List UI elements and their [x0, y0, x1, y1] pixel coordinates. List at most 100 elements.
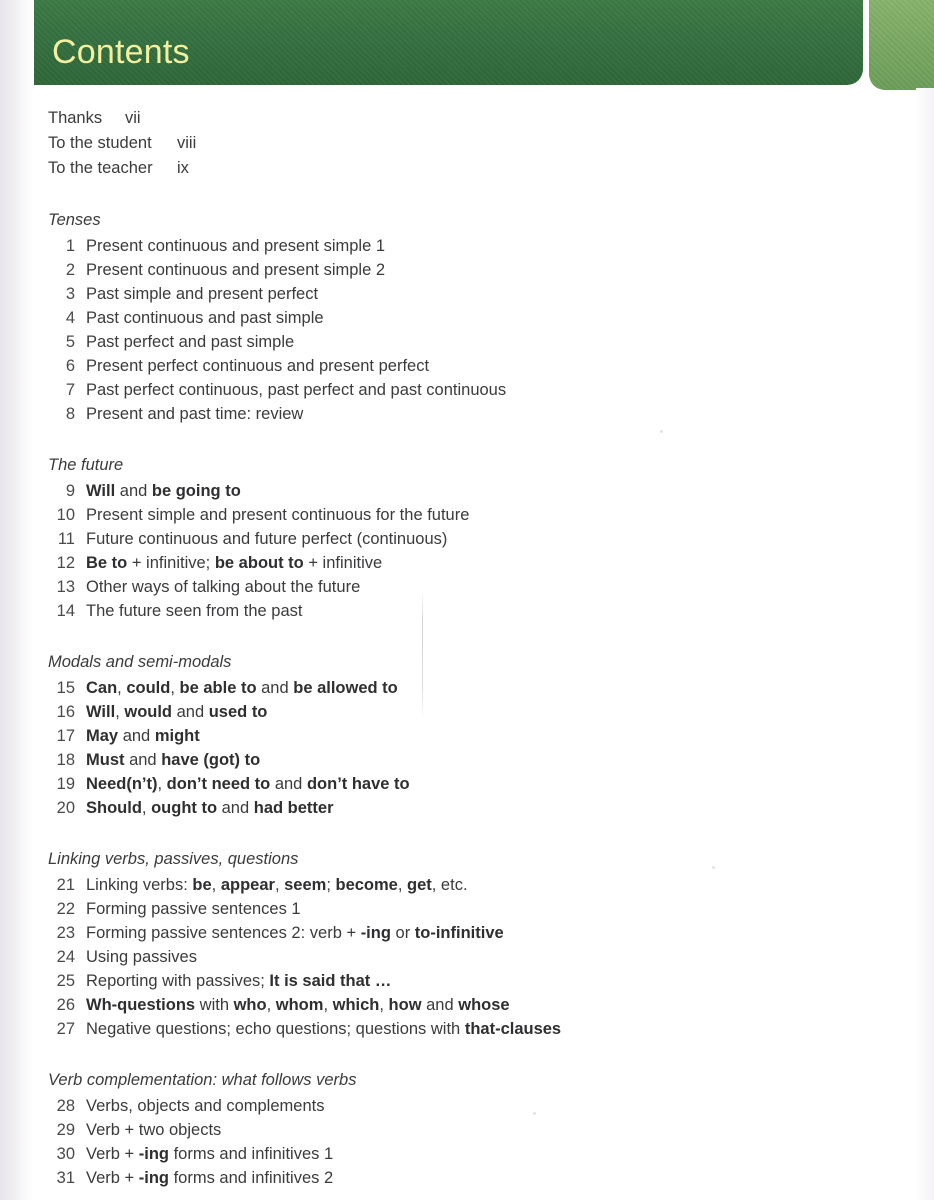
contents-entry[interactable]: 7 Past perfect continuous, past perfect a…	[48, 378, 934, 402]
contents-entry[interactable]: 29 Verb + two objects	[48, 1118, 934, 1142]
unit-number: 20	[56, 799, 75, 817]
contents-entry[interactable]: 25 Reporting with passives; It is said th…	[48, 969, 934, 993]
contents-section: Modals and semi-modals 15 Can, could, be a…	[48, 650, 934, 820]
unit-title: Wh-questions with who, whom, which, how …	[86, 996, 510, 1014]
unit-number: 27	[56, 1020, 75, 1038]
contents-entry[interactable]: 23 Forming passive sentences 2: verb + -i…	[48, 921, 934, 945]
contents-entry[interactable]: 5 Past perfect and past simple	[48, 330, 934, 354]
contents-entry[interactable]: 11 Future continuous and future perfect (…	[48, 527, 934, 551]
contents-entry[interactable]: 28 Verbs, objects and complements	[48, 1094, 934, 1118]
contents-entry[interactable]: 20 Should, ought to and had better	[48, 796, 934, 820]
unit-number: 17	[56, 727, 75, 745]
unit-title: Forming passive sentences 1	[86, 900, 301, 918]
contents-entry[interactable]: 30 Verb + -ing forms and infinitives 1	[48, 1142, 934, 1166]
unit-number: 23	[56, 924, 75, 942]
unit-title: Will and be going to	[86, 482, 241, 500]
contents-entry[interactable]: 3 Past simple and present perfect	[48, 282, 934, 306]
unit-title: Using passives	[86, 948, 197, 966]
unit-title: Verb + -ing forms and infinitives 1	[86, 1145, 334, 1163]
contents-entry[interactable]: 15 Can, could, be able to and be allowed …	[48, 676, 934, 700]
front-matter-row[interactable]: To the student viii	[48, 131, 934, 156]
front-matter-page-number: ix	[177, 159, 189, 177]
front-matter-label: To the teacher	[48, 159, 153, 177]
contents-section: Linking verbs, passives, questions 21 Link…	[48, 847, 934, 1041]
unit-title: Other ways of talking about the future	[86, 578, 361, 596]
sections-list: Tenses 1 Present continuous and present si…	[0, 208, 934, 1190]
unit-title: Present and past time: review	[86, 405, 304, 423]
unit-title: Present continuous and present simple 1	[86, 237, 386, 255]
unit-title: Past perfect continuous, past perfect an…	[86, 381, 507, 399]
section-title: The future	[48, 456, 124, 474]
page-header: Contents	[0, 0, 934, 96]
front-matter-label: Thanks	[48, 109, 103, 127]
contents-entry[interactable]: 1 Present continuous and present simple 1	[48, 234, 934, 258]
unit-title: Past simple and present perfect	[86, 285, 319, 303]
contents-entry[interactable]: 8 Present and past time: review	[48, 402, 934, 426]
contents-body: Thanks vii To the student viii To the teache…	[0, 96, 934, 1190]
contents-entry[interactable]: 2 Present continuous and present simple 2	[48, 258, 934, 282]
unit-number: 28	[56, 1097, 75, 1115]
unit-number: 2	[65, 261, 75, 279]
contents-page: Contents Thanks vii To the student viii To t…	[0, 0, 934, 1200]
front-matter-row[interactable]: To the teacher ix	[48, 156, 934, 181]
unit-title: Will, would and used to	[86, 703, 268, 721]
unit-number: 7	[65, 381, 75, 399]
unit-number: 25	[56, 972, 75, 990]
contents-entry[interactable]: 19 Need(n’t), don’t need to and don’t hav…	[48, 772, 934, 796]
unit-title: Present simple and present continuous fo…	[86, 506, 470, 524]
contents-entry[interactable]: 17 May and might	[48, 724, 934, 748]
unit-number: 19	[56, 775, 75, 793]
contents-entry[interactable]: 24 Using passives	[48, 945, 934, 969]
unit-number: 26	[56, 996, 75, 1014]
unit-number: 9	[65, 482, 75, 500]
contents-entry[interactable]: 14 The future seen from the past	[48, 599, 934, 623]
unit-title: Future continuous and future perfect (co…	[86, 530, 448, 548]
unit-number: 21	[56, 876, 75, 894]
contents-entry[interactable]: 9 Will and be going to	[48, 479, 934, 503]
unit-title: Past continuous and past simple	[86, 309, 324, 327]
unit-title: Can, could, be able to and be allowed to	[86, 679, 398, 697]
unit-number: 30	[56, 1145, 75, 1163]
section-title: Modals and semi-modals	[48, 653, 232, 671]
unit-number: 12	[56, 554, 75, 572]
page-title: Contents	[52, 33, 190, 71]
contents-entry[interactable]: 31 Verb + -ing forms and infinitives 2	[48, 1166, 934, 1190]
unit-number: 18	[56, 751, 75, 769]
contents-entry[interactable]: 12 Be to + infinitive; be about to + infi…	[48, 551, 934, 575]
unit-number: 29	[56, 1121, 75, 1139]
unit-number: 31	[56, 1169, 75, 1187]
contents-section: Tenses 1 Present continuous and present si…	[48, 208, 934, 426]
unit-title: Negative questions; echo questions; ques…	[86, 1020, 562, 1038]
contents-entry[interactable]: 21 Linking verbs: be, appear, seem; becom…	[48, 873, 934, 897]
contents-entry[interactable]: 13 Other ways of talking about the future	[48, 575, 934, 599]
unit-title: Verb + -ing forms and infinitives 2	[86, 1169, 334, 1187]
front-matter-label: To the student	[48, 134, 152, 152]
contents-entry[interactable]: 16 Will, would and used to	[48, 700, 934, 724]
contents-entry[interactable]: 18 Must and have (got) to	[48, 748, 934, 772]
unit-number: 13	[56, 578, 75, 596]
section-title: Linking verbs, passives, questions	[48, 850, 299, 868]
contents-entry[interactable]: 26 Wh-questions with who, whom, which, ho…	[48, 993, 934, 1017]
unit-title: Should, ought to and had better	[86, 799, 334, 817]
unit-number: 5	[65, 333, 75, 351]
unit-title: Past perfect and past simple	[86, 333, 295, 351]
unit-title: Verbs, objects and complements	[86, 1097, 325, 1115]
unit-number: 1	[65, 237, 75, 255]
header-section-tab	[869, 0, 934, 90]
unit-title: Forming passive sentences 2: verb + -ing…	[86, 924, 504, 942]
unit-number: 6	[65, 357, 75, 375]
contents-entry[interactable]: 22 Forming passive sentences 1	[48, 897, 934, 921]
contents-entry[interactable]: 10 Present simple and present continuous …	[48, 503, 934, 527]
unit-title: Present continuous and present simple 2	[86, 261, 386, 279]
contents-entry[interactable]: 4 Past continuous and past simple	[48, 306, 934, 330]
unit-number: 16	[56, 703, 75, 721]
unit-number: 24	[56, 948, 75, 966]
unit-number: 4	[65, 309, 75, 327]
unit-title: The future seen from the past	[86, 602, 303, 620]
unit-title: Verb + two objects	[86, 1121, 222, 1139]
section-title: Tenses	[48, 211, 101, 229]
front-matter-row[interactable]: Thanks vii	[48, 106, 934, 131]
contents-entry[interactable]: 27 Negative questions; echo questions; qu…	[48, 1017, 934, 1041]
contents-entry[interactable]: 6 Present perfect continuous and present …	[48, 354, 934, 378]
front-matter-page-number: vii	[125, 109, 141, 127]
